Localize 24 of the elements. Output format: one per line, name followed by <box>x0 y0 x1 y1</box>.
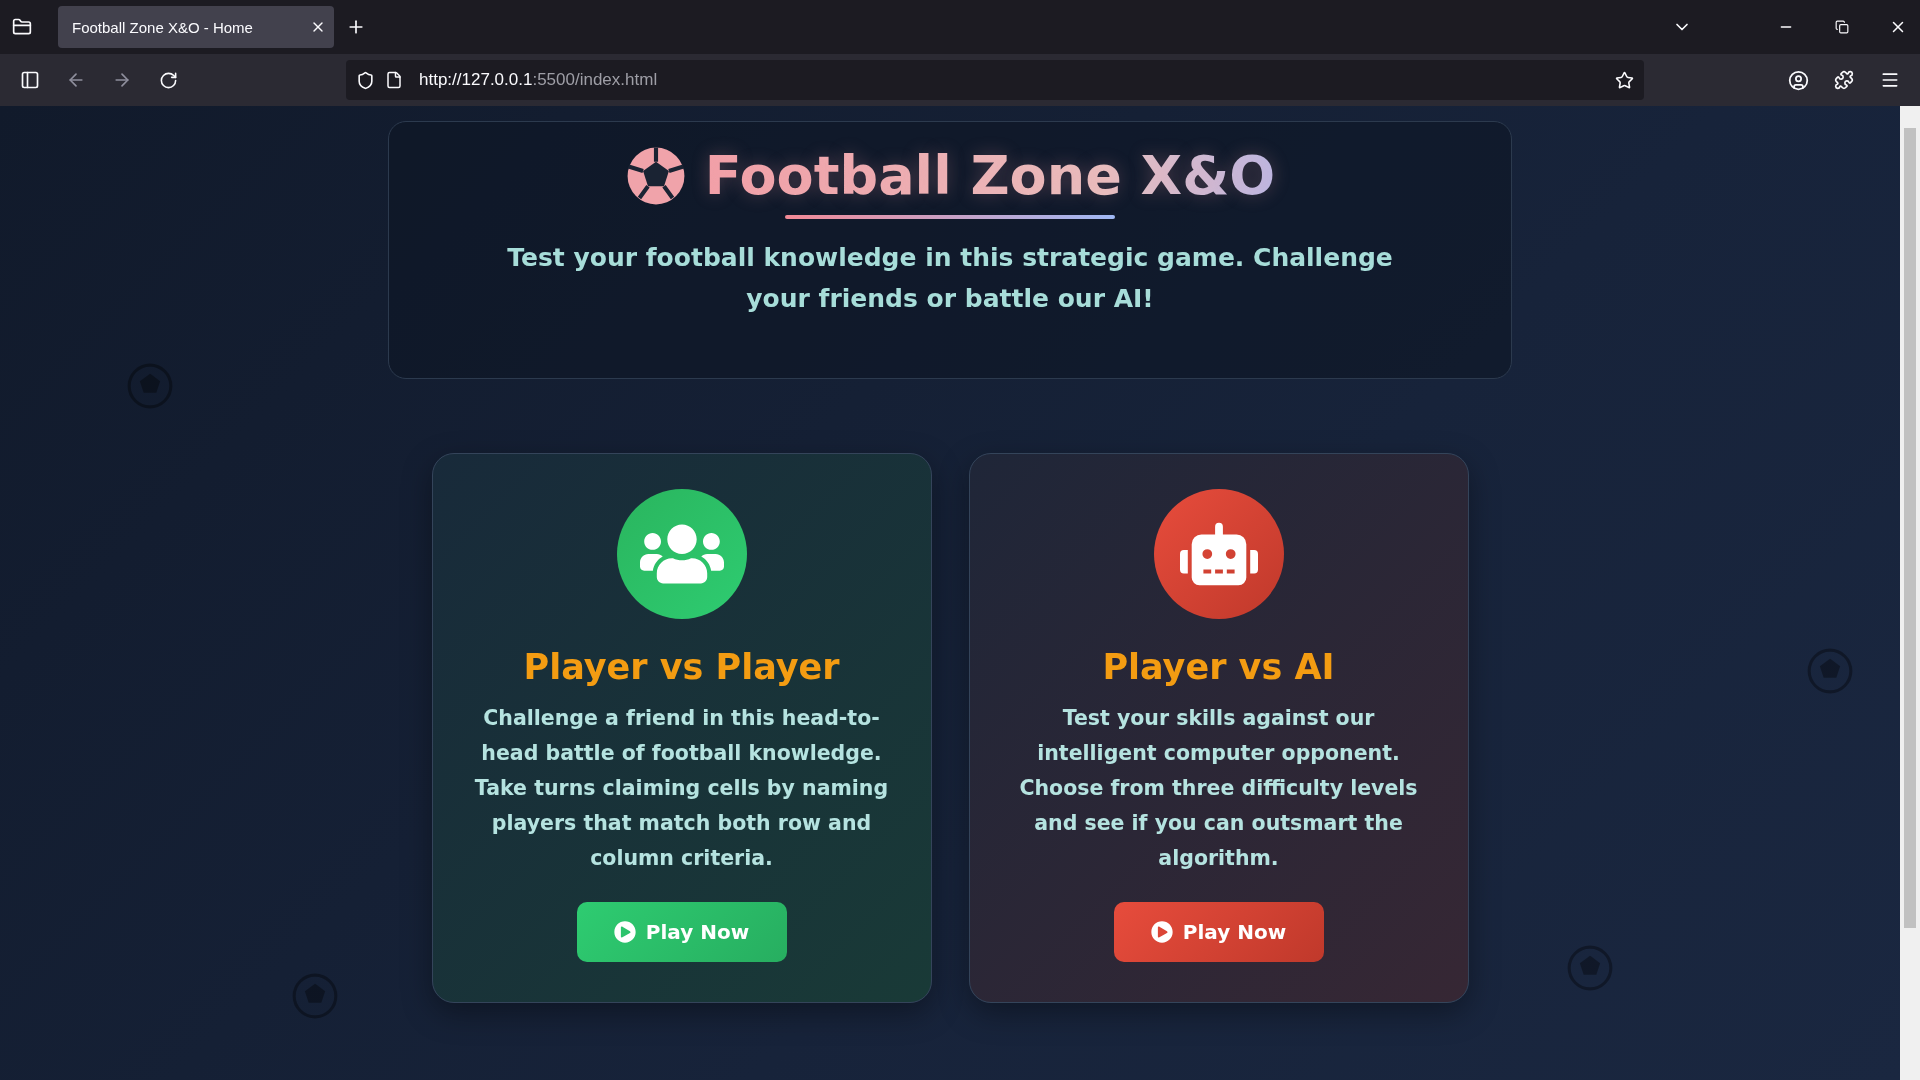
tab-list-icon[interactable] <box>12 17 32 37</box>
menu-icon[interactable] <box>1880 70 1900 90</box>
mode-description: Challenge a friend in this head-to-head battle of football knowledge. Take turns claiming cells by naming players that match both row and column criteria. <box>473 705 890 872</box>
mode-title: Player vs AI <box>1102 647 1335 687</box>
extensions-icon[interactable] <box>1834 70 1854 90</box>
url-text: http://127.0.0.1:5500/index.html <box>419 70 659 90</box>
play-now-button[interactable]: Play Now <box>1113 902 1324 962</box>
shield-icon[interactable] <box>356 70 375 90</box>
page-icon <box>385 71 403 89</box>
scrollbar[interactable] <box>1900 106 1920 1080</box>
browser-tab[interactable]: Football Zone X&O - Home <box>58 6 334 48</box>
sidebar-icon[interactable] <box>20 70 40 90</box>
reload-icon[interactable] <box>158 70 178 90</box>
account-icon[interactable] <box>1787 69 1809 91</box>
tab-title: Football Zone X&O - Home <box>72 18 253 36</box>
soccer-ball-icon <box>1565 943 1615 993</box>
mode-description: Test your skills against our intelligent computer opponent. Choose from three difficulty levels and see if you can outsmart the algorithm. <box>1018 705 1419 872</box>
bookmark-star-icon[interactable] <box>1615 70 1634 90</box>
restore-icon[interactable] <box>1835 20 1849 34</box>
address-bar[interactable]: http://127.0.0.1:5500/index.html <box>346 60 1644 100</box>
page-subtitle: Test your football knowledge in this strategic game. Challenge your friends or battle our AI! <box>506 242 1394 315</box>
play-icon <box>1150 921 1173 943</box>
mode-title: Player vs Player <box>523 647 840 687</box>
play-icon <box>613 921 636 943</box>
